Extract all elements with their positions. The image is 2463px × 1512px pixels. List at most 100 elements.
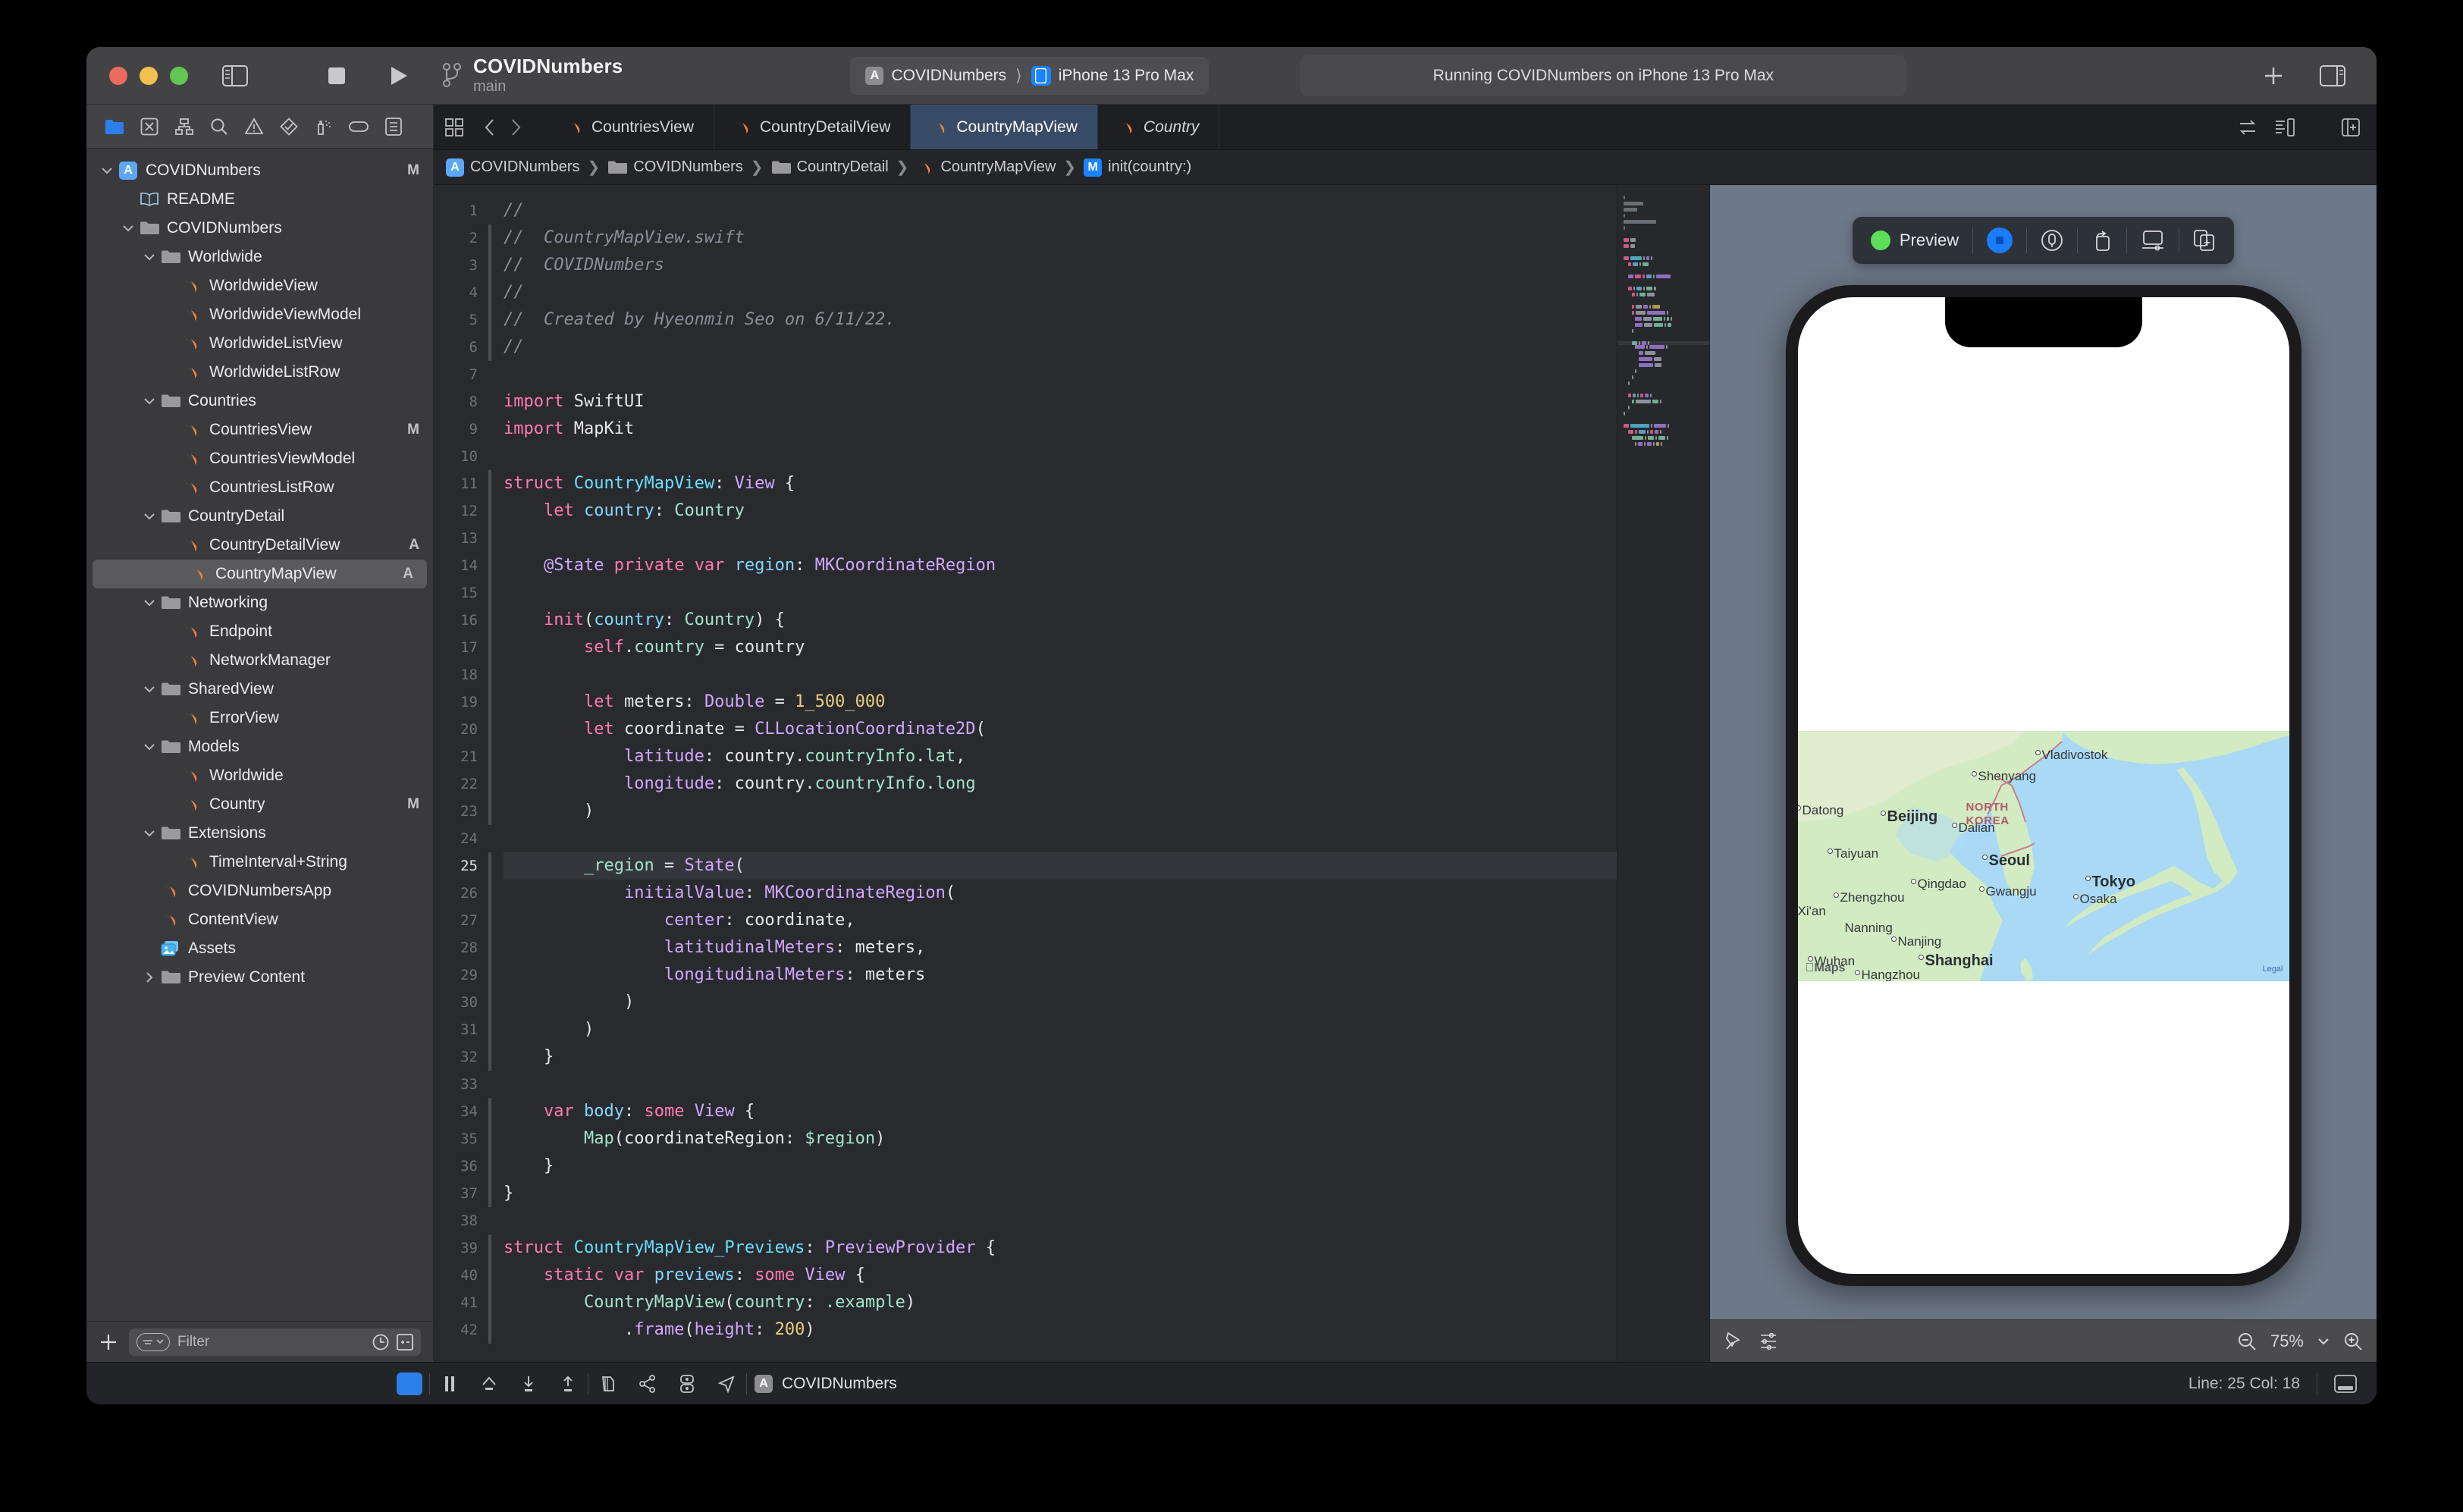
toggle-debug-area-button[interactable]: [390, 1367, 429, 1401]
minimize-button[interactable]: [140, 66, 158, 85]
fold-indicator[interactable]: [488, 1043, 496, 1071]
iphone-preview-device[interactable]: Vladivostok Shenyang Datong Beijing Dalian NO…: [1785, 285, 2301, 1286]
file-tree-row[interactable]: A COVIDNumbers M: [86, 156, 433, 185]
fold-indicator[interactable]: [488, 1180, 496, 1207]
fold-indicator[interactable]: [488, 1262, 496, 1289]
file-tree-row[interactable]: SharedView: [86, 675, 433, 704]
fold-indicator[interactable]: [488, 361, 496, 388]
stop-icon[interactable]: [317, 58, 356, 94]
memory-graph-button[interactable]: [628, 1367, 667, 1401]
fold-indicator[interactable]: [488, 1098, 496, 1125]
debug-process[interactable]: A COVIDNumbers: [755, 1374, 897, 1393]
code-line[interactable]: [504, 525, 1617, 552]
source-control-icon[interactable]: [132, 111, 167, 142]
code-review-icon[interactable]: [2238, 118, 2257, 137]
file-tree-row[interactable]: WorldwideListView: [86, 329, 433, 358]
file-tree-row[interactable]: README: [86, 185, 433, 214]
preview-status[interactable]: Preview: [1857, 224, 1972, 257]
spray-icon[interactable]: [306, 111, 341, 142]
chevron-right-icon[interactable]: [509, 118, 522, 137]
file-tree-row[interactable]: CountryDetail: [86, 502, 433, 531]
code-line[interactable]: ): [504, 989, 1617, 1016]
code-line[interactable]: let coordinate = CLLocationCoordinate2D(: [504, 716, 1617, 743]
file-tree-row[interactable]: TimeInterval+String: [86, 848, 433, 877]
fold-indicator[interactable]: [488, 1289, 496, 1316]
minimap-toggle-icon[interactable]: [2274, 118, 2295, 137]
fold-indicator[interactable]: [488, 1071, 496, 1098]
file-tree-row[interactable]: Networking: [86, 588, 433, 617]
code-line[interactable]: //: [504, 279, 1617, 306]
fold-indicator[interactable]: [488, 1207, 496, 1234]
file-tree-row[interactable]: WorldwideListRow: [86, 358, 433, 387]
filter-input[interactable]: Filter: [129, 1328, 421, 1356]
file-tree-row[interactable]: Worldwide: [86, 243, 433, 271]
fold-indicator[interactable]: [488, 716, 496, 743]
fold-indicator[interactable]: [488, 634, 496, 661]
file-tree-row[interactable]: ContentView: [86, 905, 433, 934]
filter-options-icon[interactable]: [136, 1332, 170, 1351]
source-code[interactable]: //// CountryMapView.swift// COVIDNumbers…: [496, 185, 1617, 1362]
breadcrumb-item[interactable]: Minit(country:): [1084, 158, 1191, 177]
variants-icon[interactable]: [1759, 1332, 1778, 1351]
code-line[interactable]: longitude: country.countryInfo.long: [504, 770, 1617, 798]
fold-indicator[interactable]: [488, 934, 496, 961]
code-fold-rail[interactable]: [488, 185, 496, 1362]
code-line[interactable]: [504, 579, 1617, 607]
step-over-button[interactable]: [469, 1367, 509, 1401]
file-tree-row[interactable]: CountriesListRow: [86, 473, 433, 502]
breadcrumb[interactable]: A COVIDNumbers ❯ COVIDNumbers ❯ CountryDetail…: [434, 150, 2377, 185]
step-out-button[interactable]: [548, 1367, 588, 1401]
code-line[interactable]: longitudinalMeters: meters: [504, 961, 1617, 989]
zoom-button[interactable]: [170, 66, 188, 85]
fold-indicator[interactable]: [488, 416, 496, 443]
console-toggle-icon[interactable]: [2334, 1374, 2357, 1393]
add-file-button[interactable]: [99, 1332, 118, 1352]
code-line[interactable]: [504, 1071, 1617, 1098]
code-line[interactable]: @State private var region: MKCoordinateR…: [504, 552, 1617, 579]
file-tree-row[interactable]: CountryMapView A: [93, 560, 427, 588]
sidebar-toggle-icon[interactable]: [215, 58, 255, 94]
code-minimap[interactable]: [1617, 185, 1709, 1362]
pin-icon[interactable]: [1724, 1331, 1743, 1352]
code-line[interactable]: //: [504, 334, 1617, 361]
code-line[interactable]: [504, 1207, 1617, 1234]
fold-indicator[interactable]: [488, 1125, 496, 1153]
disclosure-triangle-icon[interactable]: [140, 743, 159, 751]
plus-icon[interactable]: [2254, 58, 2293, 94]
file-tree-row[interactable]: WorldwideView: [86, 271, 433, 300]
code-line[interactable]: .frame(height: 200): [504, 1316, 1617, 1344]
fold-indicator[interactable]: [488, 852, 496, 880]
code-line[interactable]: var body: some View {: [504, 1098, 1617, 1125]
fold-indicator[interactable]: [488, 1016, 496, 1043]
fold-indicator[interactable]: [488, 907, 496, 934]
code-line[interactable]: ): [504, 798, 1617, 825]
fold-indicator[interactable]: [488, 689, 496, 716]
project-file-tree[interactable]: A COVIDNumbers M README COVIDNumbers Worldwid…: [86, 149, 433, 1321]
code-line[interactable]: // COVIDNumbers: [504, 252, 1617, 279]
code-line[interactable]: struct CountryMapView: View {: [504, 470, 1617, 497]
code-line[interactable]: [504, 443, 1617, 470]
code-line[interactable]: struct CountryMapView_Previews: PreviewP…: [504, 1234, 1617, 1262]
editor-tab[interactable]: CountriesView: [546, 105, 715, 149]
disclosure-triangle-icon[interactable]: [140, 599, 159, 607]
editor-tab[interactable]: CountryDetailView: [714, 105, 911, 149]
zoom-level-value[interactable]: 75%: [2270, 1332, 2304, 1351]
code-line[interactable]: }: [504, 1153, 1617, 1180]
fold-indicator[interactable]: [488, 197, 496, 224]
step-into-button[interactable]: [509, 1367, 548, 1401]
file-tree-row[interactable]: CountriesView M: [86, 416, 433, 444]
fold-indicator[interactable]: [488, 661, 496, 689]
file-tree-row[interactable]: Endpoint: [86, 617, 433, 646]
code-editor[interactable]: 1 2 3 4 5 6 7 8 9 10 11 12 13 14 15 16 17 18 19 20 21 22 23 24 2…: [434, 185, 1617, 1362]
pause-button[interactable]: [430, 1367, 469, 1401]
zoom-out-icon[interactable]: [2237, 1332, 2257, 1351]
view-hierarchy-button[interactable]: [588, 1367, 628, 1401]
code-line[interactable]: CountryMapView(country: .example): [504, 1289, 1617, 1316]
disclosure-triangle-icon[interactable]: [140, 830, 159, 837]
file-tree-row[interactable]: NetworkManager: [86, 646, 433, 675]
code-line[interactable]: }: [504, 1180, 1617, 1207]
breadcrumb-item[interactable]: CountryDetail: [771, 158, 889, 176]
fold-indicator[interactable]: [488, 443, 496, 470]
environment-overrides-button[interactable]: [667, 1367, 707, 1401]
map-view[interactable]: Vladivostok Shenyang Datong Beijing Dalian NO…: [1797, 731, 2289, 981]
